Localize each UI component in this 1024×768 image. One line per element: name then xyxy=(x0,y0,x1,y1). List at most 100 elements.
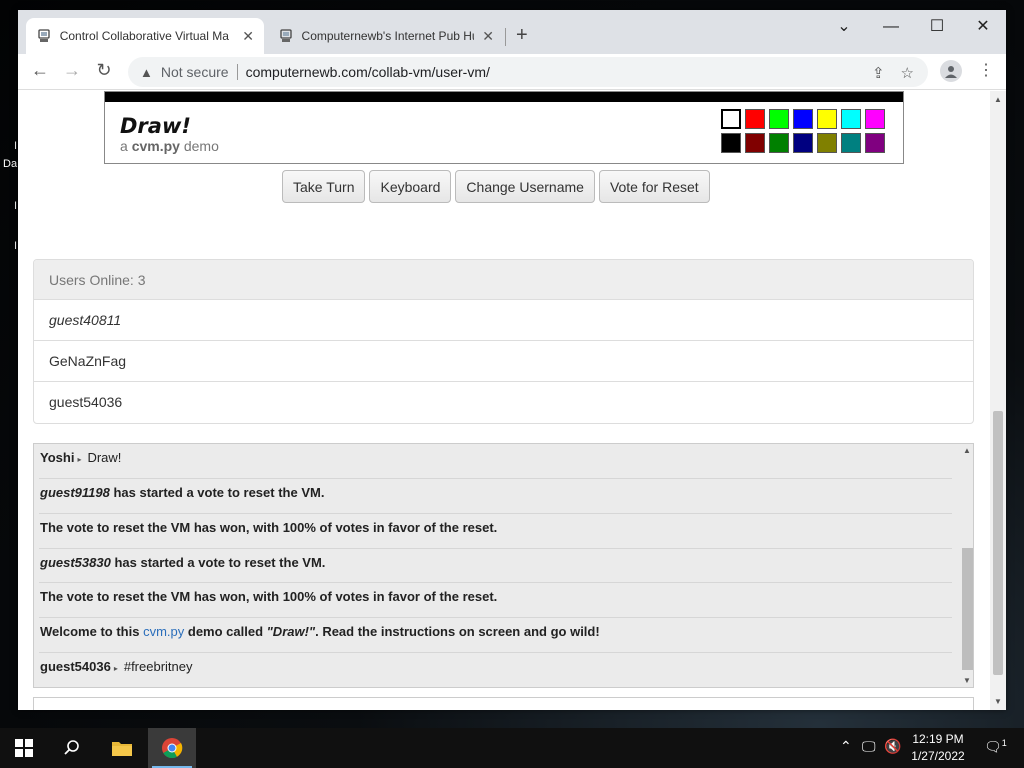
scroll-down-icon[interactable]: ▼ xyxy=(963,676,971,685)
chat-text: "Draw!" xyxy=(266,624,316,639)
chat-scrollbar[interactable]: ▲ ▼ xyxy=(958,444,973,687)
color-swatch[interactable] xyxy=(769,109,789,129)
tab-separator xyxy=(505,28,506,46)
taskbar: ⌃ 🖵 🔇 12:19 PM 1/27/2022 🗨1 xyxy=(0,728,1024,768)
vm-subtitle-bold: cvm.py xyxy=(131,138,180,154)
vm-subtitle-suffix: demo xyxy=(183,138,219,154)
profile-button[interactable] xyxy=(940,60,962,82)
address-bar[interactable]: ▲ Not secure computernewb.com/collab-vm/… xyxy=(128,57,928,87)
vm-controls: Take Turn Keyboard Change Username Vote … xyxy=(282,170,710,203)
color-swatch[interactable] xyxy=(865,109,885,129)
warning-icon[interactable]: ▲ xyxy=(140,65,153,80)
chat-text: . Read the instructions on screen and go… xyxy=(315,624,600,639)
security-status[interactable]: Not secure xyxy=(161,64,229,80)
chat-username[interactable]: guest91198 xyxy=(40,485,110,500)
minimize-button[interactable]: — xyxy=(868,14,914,40)
color-swatch[interactable] xyxy=(721,133,741,153)
chat-scroll-thumb[interactable] xyxy=(962,548,973,670)
tab-collab-vm[interactable]: Control Collaborative Virtual Ma ✕ xyxy=(26,18,264,54)
notification-center-icon[interactable]: 🗨1 xyxy=(984,738,1007,756)
system-clock[interactable]: 12:19 PM 1/27/2022 xyxy=(906,731,970,765)
chat-username[interactable]: Yoshi xyxy=(40,450,74,465)
computer-icon xyxy=(278,28,294,44)
share-icon[interactable]: ⇪ xyxy=(872,64,885,82)
file-explorer-button[interactable] xyxy=(98,728,146,768)
back-button[interactable]: ← xyxy=(28,60,52,81)
color-swatch[interactable] xyxy=(745,133,765,153)
color-swatch[interactable] xyxy=(745,109,765,129)
notification-count: 1 xyxy=(1001,738,1007,748)
scroll-up-icon[interactable]: ▲ xyxy=(994,95,1002,104)
color-swatch[interactable] xyxy=(721,109,741,129)
chat-text: Draw! xyxy=(87,450,122,465)
user-list-item[interactable]: guest40811 xyxy=(34,300,973,341)
tab-close-icon[interactable]: ✕ xyxy=(242,28,254,45)
chat-username[interactable]: guest53830 xyxy=(40,555,111,570)
color-swatch[interactable] xyxy=(793,109,813,129)
tab-internet-pub[interactable]: Computernewb's Internet Pub Hu ✕ xyxy=(268,18,504,54)
change-username-button[interactable]: Change Username xyxy=(455,170,595,203)
chat-panel[interactable]: Yoshi ▸ Draw! guest91198 has started a vot… xyxy=(33,443,974,688)
caret-icon: ▸ xyxy=(77,455,82,464)
start-button[interactable] xyxy=(0,728,48,768)
network-icon[interactable]: 🖵 xyxy=(862,738,876,755)
vm-canvas-top xyxy=(105,92,903,102)
desktop-fragment: I xyxy=(14,200,18,212)
new-tab-button[interactable]: + xyxy=(516,24,528,47)
windows-logo-icon xyxy=(15,739,33,757)
clock-date: 1/27/2022 xyxy=(911,749,965,763)
vm-screen[interactable]: Draw! a cvm.py demo xyxy=(104,91,904,164)
chrome-taskbar-button[interactable] xyxy=(148,728,196,768)
take-turn-button[interactable]: Take Turn xyxy=(282,170,366,203)
bookmark-star-icon[interactable]: ☆ xyxy=(901,64,914,82)
chat-text: has started a vote to reset the VM. xyxy=(113,485,325,500)
desktop-fragment: I xyxy=(14,240,18,252)
url-text[interactable]: computernewb.com/collab-vm/user-vm/ xyxy=(246,64,490,80)
browser-toolbar: ← → ↻ ▲ Not secure computernewb.com/coll… xyxy=(18,54,1006,90)
search-button[interactable] xyxy=(48,728,96,768)
page-scrollbar[interactable]: ▲ ▼ xyxy=(990,91,1006,710)
tab-close-icon[interactable]: ✕ xyxy=(482,28,494,45)
page-viewport: Draw! a cvm.py demo Take Turn Keyboard C… xyxy=(18,91,990,710)
color-swatch[interactable] xyxy=(841,133,861,153)
scroll-up-icon[interactable]: ▲ xyxy=(963,446,971,455)
search-icon xyxy=(64,740,79,755)
color-swatch[interactable] xyxy=(865,133,885,153)
chat-text: demo called xyxy=(187,624,264,639)
chat-message: The vote to reset the VM has won, with 1… xyxy=(39,583,952,618)
color-swatch[interactable] xyxy=(817,109,837,129)
page-scroll-thumb[interactable] xyxy=(993,411,1003,675)
color-palette xyxy=(721,109,885,153)
color-swatch[interactable] xyxy=(817,133,837,153)
scroll-down-icon[interactable]: ▼ xyxy=(994,697,1002,706)
chat-text: has started a vote to reset the VM. xyxy=(114,555,326,570)
vote-reset-button[interactable]: Vote for Reset xyxy=(598,170,710,203)
show-hidden-icons-chevron-icon[interactable]: ⌃ xyxy=(840,738,852,755)
volume-muted-icon[interactable]: 🔇 xyxy=(884,738,901,755)
forward-button[interactable]: → xyxy=(60,60,84,81)
tab-title: Computernewb's Internet Pub Hu xyxy=(301,29,475,43)
close-window-button[interactable]: ✕ xyxy=(960,14,1006,40)
tab-title: Control Collaborative Virtual Ma xyxy=(59,29,229,43)
maximize-button[interactable]: ☐ xyxy=(914,14,960,40)
color-swatch[interactable] xyxy=(793,133,813,153)
desktop-fragment: I xyxy=(14,140,18,152)
user-list-item[interactable]: GeNaZnFag xyxy=(34,341,973,382)
reload-button[interactable]: ↻ xyxy=(92,60,116,81)
computer-icon xyxy=(36,28,52,44)
divider xyxy=(236,64,238,80)
chat-input-area[interactable] xyxy=(33,697,974,710)
tab-search-button[interactable]: ⌄ xyxy=(821,14,867,40)
clock-time: 12:19 PM xyxy=(912,732,964,746)
chat-message: guest53830 has started a vote to reset t… xyxy=(39,549,952,583)
color-swatch[interactable] xyxy=(841,109,861,129)
chat-username[interactable]: guest54036 xyxy=(40,659,111,674)
menu-kebab-icon[interactable]: ⋮ xyxy=(978,60,994,80)
users-online-header: Users Online: 3 xyxy=(34,260,973,300)
profile-avatar-icon xyxy=(940,60,962,82)
cvm-py-link[interactable]: cvm.py xyxy=(143,624,184,639)
keyboard-button[interactable]: Keyboard xyxy=(369,170,452,203)
color-swatch[interactable] xyxy=(769,133,789,153)
chat-message: Yoshi ▸ Draw! xyxy=(39,444,952,479)
user-list-item[interactable]: guest54036 xyxy=(34,382,973,423)
